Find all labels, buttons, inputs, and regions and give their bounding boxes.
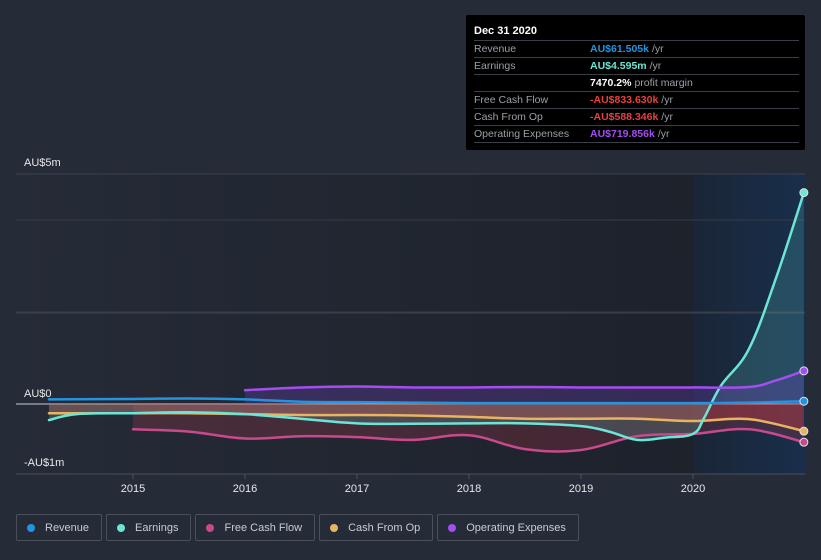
y-tick-label: AU$0: [24, 388, 52, 400]
tooltip-row: Revenue AU$61.505k/yr: [474, 41, 799, 58]
y-tick-label: -AU$1m: [24, 457, 64, 469]
chart-legend: Revenue Earnings Free Cash Flow Cash From O…: [16, 514, 579, 541]
legend-item-earnings[interactable]: Earnings: [106, 514, 192, 541]
end-marker-operating-expenses[interactable]: [799, 366, 809, 376]
legend-dot-icon: [330, 523, 339, 532]
legend-dot-icon: [206, 523, 215, 532]
tooltip-label: Cash From Op: [474, 111, 543, 123]
legend-label: Free Cash Flow: [224, 521, 303, 534]
tooltip-value: AU$719.856k: [590, 128, 655, 140]
x-tick-label: 2016: [233, 483, 257, 495]
data-tooltip: Dec 31 2020 Revenue AU$61.505k/yr Earnings…: [466, 15, 805, 150]
tooltip-unit: /yr: [657, 128, 670, 140]
tooltip-date: Dec 31 2020: [474, 23, 799, 41]
tooltip-row: 7470.2% profit margin: [474, 75, 799, 92]
tooltip-label: Operating Expenses: [474, 128, 570, 140]
tooltip-unit: /yr: [651, 43, 664, 55]
end-marker-revenue[interactable]: [799, 396, 809, 406]
legend-label: Operating Expenses: [466, 521, 566, 534]
tooltip-unit: /yr: [649, 60, 662, 72]
tooltip-label: Revenue: [474, 43, 517, 55]
tooltip-label: Earnings: [474, 60, 516, 72]
legend-item-operating-expenses[interactable]: Operating Expenses: [437, 514, 579, 541]
x-tick-label: 2018: [457, 483, 481, 495]
legend-dot-icon: [448, 523, 457, 532]
tooltip-label: Free Cash Flow: [474, 94, 549, 106]
legend-dot-icon: [117, 523, 126, 532]
tooltip-row: Operating Expenses AU$719.856k/yr: [474, 126, 799, 143]
end-marker-cash-from-op[interactable]: [799, 426, 809, 436]
legend-label: Cash From Op: [348, 521, 421, 534]
legend-item-cash-from-op[interactable]: Cash From Op: [319, 514, 434, 541]
x-tick-label: 2020: [681, 483, 705, 495]
tooltip-unit: /yr: [661, 111, 673, 123]
x-tick-label: 2015: [121, 483, 145, 495]
tooltip-value: AU$61.505k: [590, 43, 649, 55]
tooltip-unit: profit margin: [634, 77, 693, 89]
tooltip-unit: /yr: [661, 94, 673, 106]
end-marker-earnings[interactable]: [799, 188, 809, 198]
legend-label: Revenue: [45, 521, 90, 534]
tooltip-row: Free Cash Flow -AU$833.630k/yr: [474, 92, 799, 109]
legend-item-revenue[interactable]: Revenue: [16, 514, 103, 541]
tooltip-value: -AU$588.346k: [590, 111, 659, 123]
legend-item-free-cash-flow[interactable]: Free Cash Flow: [195, 514, 316, 541]
y-tick-label: AU$5m: [24, 157, 61, 169]
tooltip-value: -AU$833.630k: [590, 94, 659, 106]
x-tick-label: 2017: [345, 483, 369, 495]
legend-dot-icon: [27, 523, 35, 532]
end-marker-free-cash-flow[interactable]: [799, 437, 809, 447]
tooltip-row: Earnings AU$4.595m/yr: [474, 58, 799, 75]
x-tick-label: 2019: [569, 483, 593, 495]
tooltip-value: AU$4.595m: [590, 60, 647, 72]
tooltip-label: [474, 75, 590, 91]
tooltip-value: 7470.2%: [590, 77, 632, 89]
tooltip-row: Cash From Op -AU$588.346k/yr: [474, 109, 799, 126]
legend-label: Earnings: [135, 521, 179, 534]
